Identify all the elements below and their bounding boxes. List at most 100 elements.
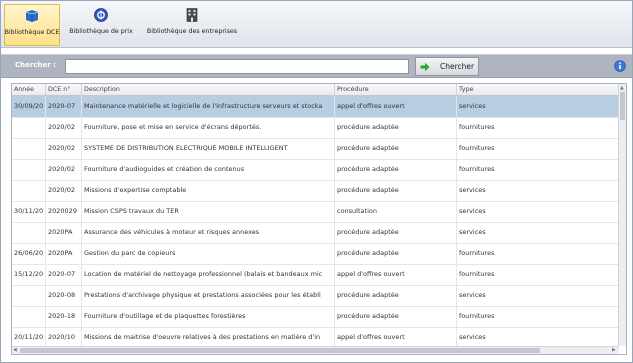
cell-annee (12, 222, 46, 243)
search-input[interactable] (65, 59, 409, 74)
cell-type: fournitures (457, 306, 619, 327)
table-row[interactable]: 30/09/20 2020-07 Maintenance matérielle et… (12, 96, 619, 118)
cell-description: Missions d'expertise comptable (82, 180, 335, 201)
cell-type: services (457, 180, 619, 201)
tab-label: Bibliothèque des entreprises (146, 28, 238, 35)
cell-dce-number: 2020-18 (46, 306, 82, 327)
cell-description: Fourniture d'audioguides et création de … (82, 159, 335, 180)
dce-table: Année DCE n° Description Procédure Type … (11, 83, 627, 355)
vertical-scrollbar[interactable]: ▲ (618, 84, 626, 346)
table-row[interactable]: 2020/02 SYSTEME DE DISTRIBUTION ELECTRIQU… (12, 138, 619, 160)
ribbon-toolbar: Bibliothèque DCE Bibliothèque de prix Bi… (1, 1, 632, 48)
info-icon[interactable] (614, 60, 626, 72)
column-header-type[interactable]: Type (457, 84, 619, 95)
cell-procedure: procédure adaptée (335, 243, 457, 264)
cell-type: fournitures (457, 159, 619, 180)
app-window: Bibliothèque DCE Bibliothèque de prix Bi… (0, 0, 633, 363)
search-label: Chercher : (15, 61, 56, 69)
scroll-thumb[interactable] (20, 348, 540, 353)
table-row[interactable]: 30/11/20 2020029 Mission CSPS travaux du T… (12, 201, 619, 223)
cell-annee: 26/06/20 (12, 243, 46, 264)
table-row[interactable]: 15/12/20 2020-07 Location de matériel de n… (12, 264, 619, 286)
tab-bibliotheque-de-prix[interactable]: Bibliothèque de prix (61, 4, 141, 44)
cell-annee (12, 285, 46, 306)
cell-type: services (457, 96, 619, 117)
table-row[interactable]: 26/06/20 2020PA Gestion du parc de copieur… (12, 243, 619, 265)
cell-annee (12, 180, 46, 201)
table-row[interactable]: 2020/02 Missions d'expertise comptable pro… (12, 180, 619, 202)
cell-procedure: procédure adaptée (335, 180, 457, 201)
cell-dce-number: 2020/10 (46, 327, 82, 348)
cell-procedure: procédure adaptée (335, 285, 457, 306)
cell-procedure: procédure adaptée (335, 222, 457, 243)
tab-bibliotheque-des-entreprises[interactable]: Bibliothèque des entreprises (144, 4, 240, 44)
column-header-dce[interactable]: DCE n° (46, 84, 82, 95)
cell-annee: 15/12/20 (12, 264, 46, 285)
table-row[interactable]: 2020-18 Fourniture d'outillage et de plaq… (12, 306, 619, 328)
cell-dce-number: 2020-07 (46, 264, 82, 285)
search-button-label: Chercher (440, 62, 475, 71)
scroll-left-icon[interactable]: ◀ (13, 347, 17, 353)
scroll-right-icon[interactable]: ▶ (612, 347, 616, 353)
tab-label: Bibliothèque DCE (4, 29, 60, 36)
cell-description: Missions de maitrise d'oeuvre relatives … (82, 327, 335, 348)
table-row[interactable]: 2020-08 Prestations d'archivage physique … (12, 285, 619, 307)
cell-type: fournitures (457, 264, 619, 285)
cell-procedure: procédure adaptée (335, 306, 457, 327)
tab-bibliotheque-dce[interactable]: Bibliothèque DCE (4, 4, 60, 46)
cell-description: Assurance des véhicules à moteur et risq… (82, 222, 335, 243)
cell-dce-number: 2020/02 (46, 117, 82, 138)
cell-type: services (457, 201, 619, 222)
cell-description: Location de matériel de nettoyage profes… (82, 264, 335, 285)
cell-procedure: procédure adaptée (335, 159, 457, 180)
table-row[interactable]: 2020/02 Fourniture, pose et mise en servi… (12, 117, 619, 139)
cell-dce-number: 2020-08 (46, 285, 82, 306)
cell-description: Fourniture, pose et mise en service d'éc… (82, 117, 335, 138)
cell-type: services (457, 327, 619, 348)
cell-description: SYSTEME DE DISTRIBUTION ELECTRIQUE MOBIL… (82, 138, 335, 159)
cell-dce-number: 2020/02 (46, 180, 82, 201)
scroll-up-icon[interactable]: ▲ (620, 85, 624, 91)
cell-description: Gestion du parc de copieurs (82, 243, 335, 264)
arrow-right-icon (420, 62, 430, 71)
scroll-thumb[interactable] (620, 92, 625, 120)
cell-type: fournitures (457, 243, 619, 264)
tab-label: Bibliothèque de prix (69, 28, 133, 35)
cell-dce-number: 2020-07 (46, 96, 82, 117)
price-library-icon (94, 8, 108, 22)
column-header-description[interactable]: Description (82, 84, 335, 95)
cell-dce-number: 2020/02 (46, 138, 82, 159)
search-bar: Chercher : Chercher (1, 54, 632, 78)
building-icon (186, 8, 198, 22)
search-button[interactable]: Chercher (415, 57, 479, 76)
cell-type: fournitures (457, 117, 619, 138)
cell-procedure: appel d'offres ouvert (335, 327, 457, 348)
cell-annee: 30/09/20 (12, 96, 46, 117)
books-icon (25, 10, 39, 22)
cell-type: services (457, 285, 619, 306)
cell-annee (12, 117, 46, 138)
column-header-procedure[interactable]: Procédure (335, 84, 457, 95)
cell-dce-number: 2020PA (46, 222, 82, 243)
cell-type: services (457, 222, 619, 243)
cell-procedure: appel d'offres ouvert (335, 264, 457, 285)
horizontal-scrollbar[interactable]: ◀ ▶ (12, 346, 619, 354)
table-row[interactable]: 2020PA Assurance des véhicules à moteur e… (12, 222, 619, 244)
cell-annee (12, 138, 46, 159)
cell-description: Fourniture d'outillage et de plaquettes … (82, 306, 335, 327)
cell-type: fournitures (457, 138, 619, 159)
cell-annee (12, 306, 46, 327)
cell-dce-number: 2020029 (46, 201, 82, 222)
cell-description: Maintenance matérielle et logicielle de … (82, 96, 335, 117)
table-header: Année DCE n° Description Procédure Type (12, 84, 626, 96)
cell-annee (12, 159, 46, 180)
table-row[interactable]: 2020/02 Fourniture d'audioguides et créat… (12, 159, 619, 181)
cell-procedure: consultation (335, 201, 457, 222)
cell-annee: 20/11/20 (12, 327, 46, 348)
cell-dce-number: 2020PA (46, 243, 82, 264)
cell-dce-number: 2020/02 (46, 159, 82, 180)
column-header-annee[interactable]: Année (12, 84, 46, 95)
cell-annee: 30/11/20 (12, 201, 46, 222)
cell-description: Prestations d'archivage physique et pres… (82, 285, 335, 306)
cell-procedure: procédure adaptée (335, 138, 457, 159)
